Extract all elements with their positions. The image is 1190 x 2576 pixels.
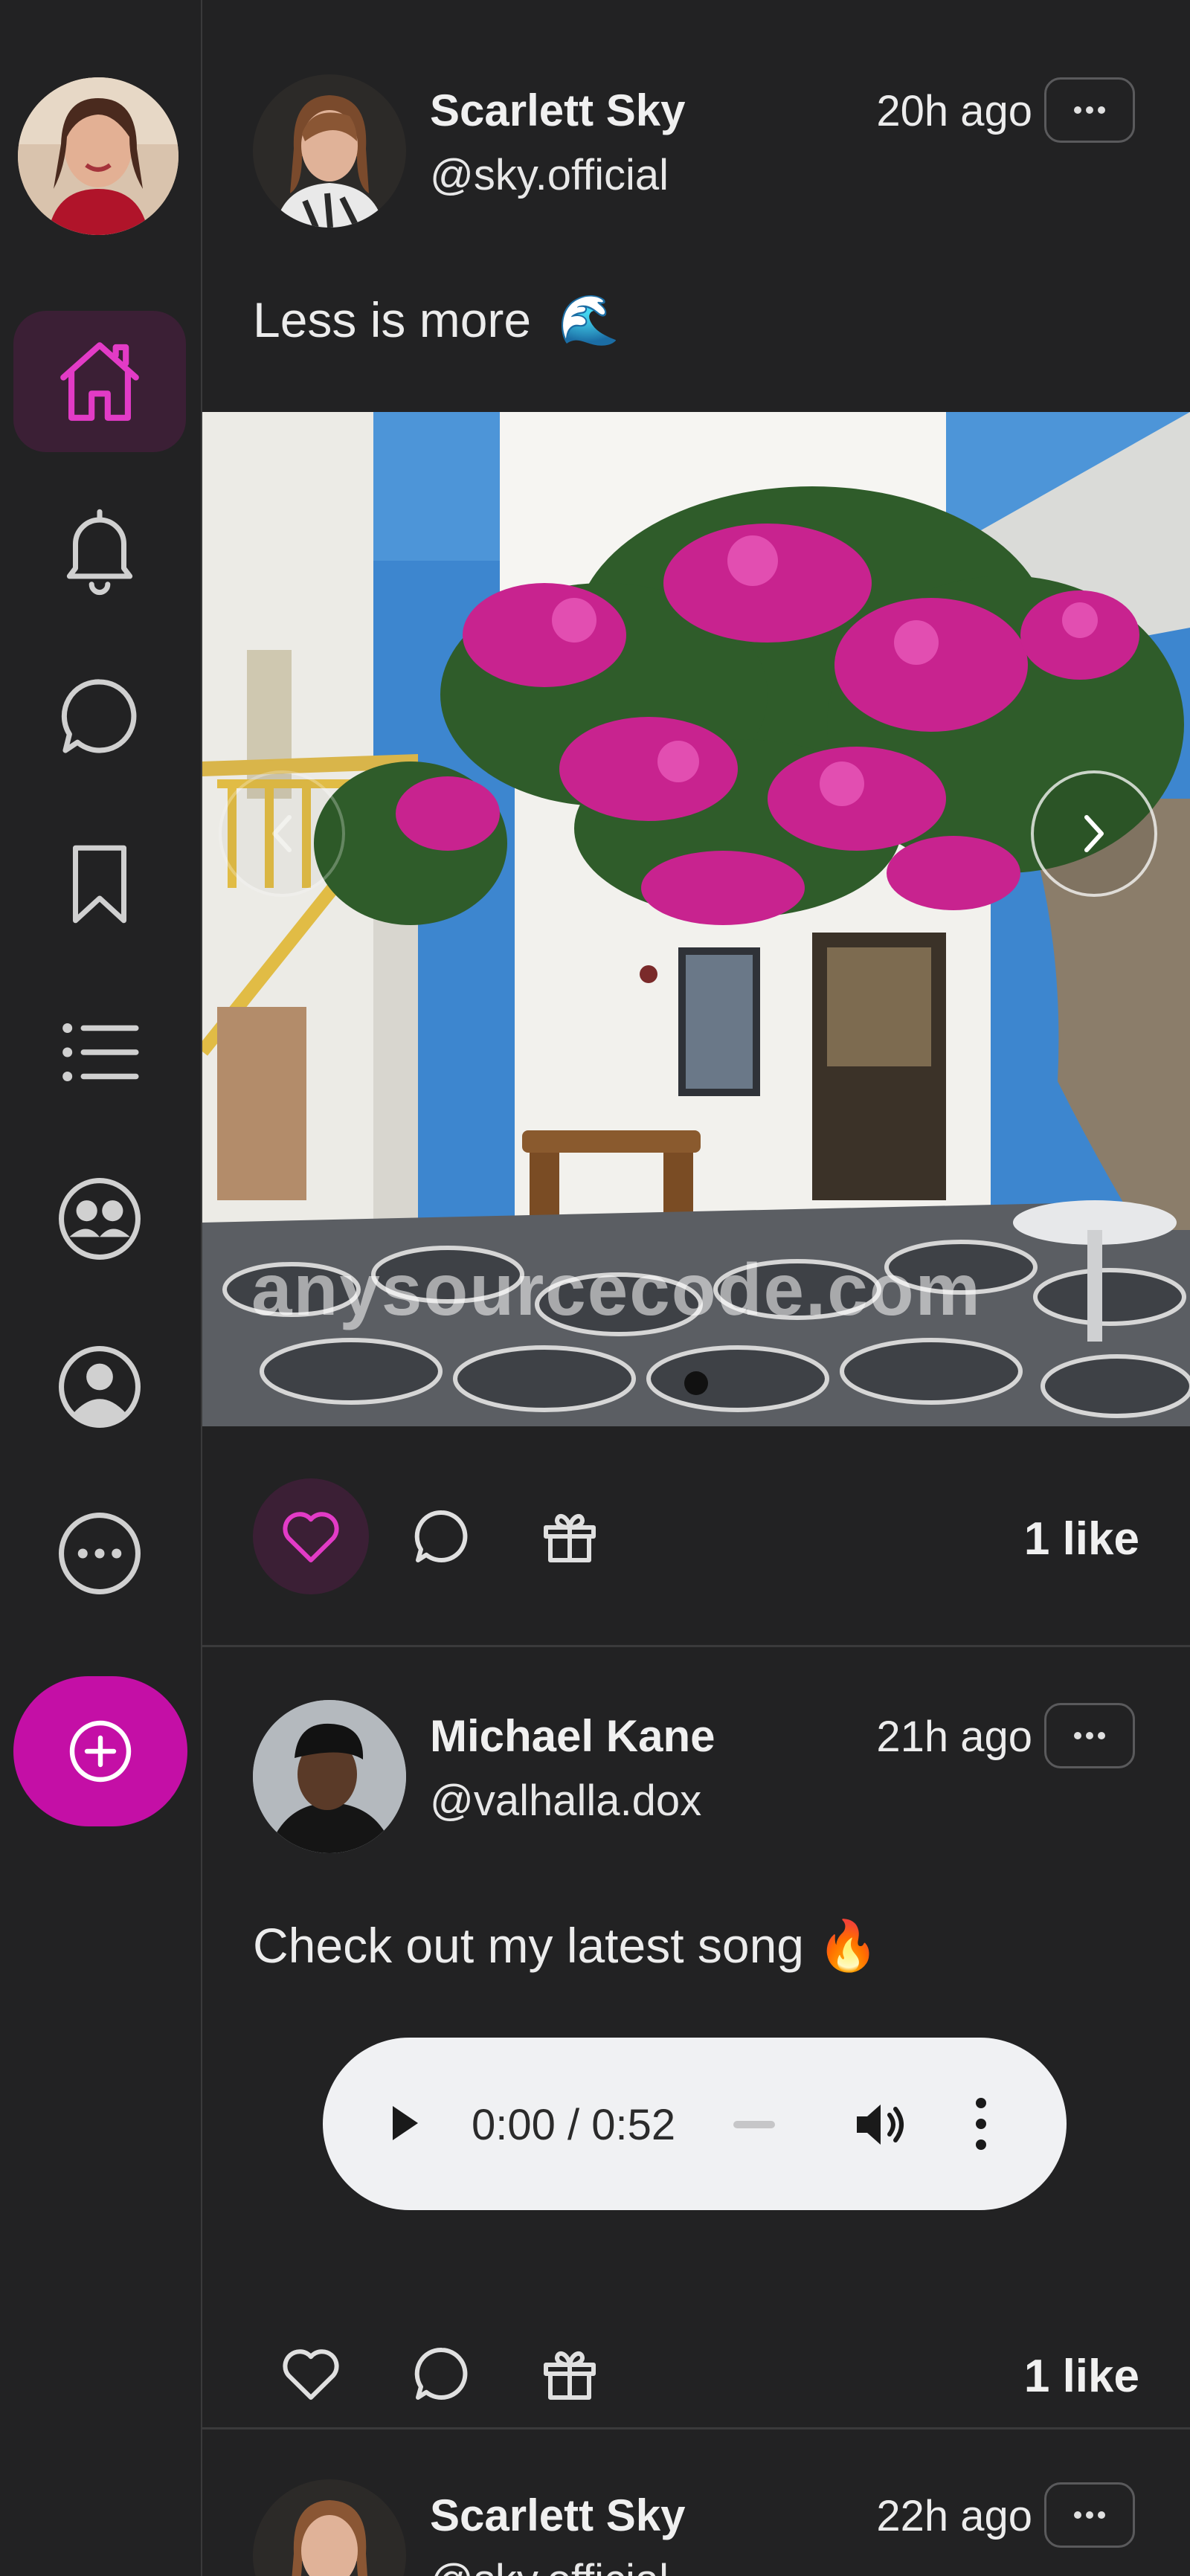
post-timestamp: 22h ago — [876, 2492, 1032, 2540]
comment-icon — [414, 1510, 468, 1562]
nav-notifications[interactable] — [13, 477, 186, 619]
ellipsis-icon — [1074, 2511, 1105, 2519]
post-options-button[interactable] — [1044, 1703, 1135, 1768]
post: Scarlett Sky @sky.official 22h ago — [202, 2430, 1190, 2576]
post-text: Check out my latest song 🔥 — [253, 1917, 879, 1975]
gift-icon — [544, 1513, 596, 1562]
heart-icon — [283, 2349, 339, 2400]
post-author-name[interactable]: Michael Kane — [430, 1710, 715, 1762]
nav-profile[interactable] — [13, 1316, 186, 1458]
user-circle-icon — [59, 1346, 141, 1428]
post-author-name[interactable]: Scarlett Sky — [430, 2490, 686, 2541]
play-icon[interactable] — [382, 2097, 427, 2149]
post-author-handle[interactable]: @sky.official — [430, 150, 669, 200]
nav-communities[interactable] — [13, 1148, 186, 1289]
comment-icon — [414, 2347, 468, 2400]
plus-circle-icon — [69, 1720, 132, 1783]
current-user-avatar[interactable] — [18, 77, 178, 235]
post-text: Less is more 🌊 — [253, 292, 620, 350]
volume-icon[interactable] — [851, 2099, 918, 2151]
post-actions: 1 like — [202, 1478, 1190, 1597]
audio-progress-bar[interactable] — [733, 2121, 775, 2128]
list-icon — [62, 1023, 139, 1081]
carousel-prev-button[interactable] — [219, 770, 345, 897]
post-author-avatar[interactable] — [253, 74, 406, 228]
audio-player: 0:00 / 0:52 — [323, 2038, 1067, 2210]
post-divider — [202, 2427, 1190, 2430]
wave-emoji: 🌊 — [558, 292, 620, 349]
nav-bookmarks[interactable] — [13, 814, 186, 955]
bookmark-icon — [72, 845, 127, 924]
like-count[interactable]: 1 like — [1024, 2350, 1139, 2403]
feed: Scarlett Sky @sky.official 20h ago Less … — [202, 0, 1190, 2576]
sidebar — [0, 0, 202, 2576]
chevron-right-icon — [1084, 815, 1104, 852]
like-button[interactable] — [253, 1478, 369, 1594]
like-count[interactable]: 1 like — [1024, 1513, 1139, 1565]
gift-button[interactable] — [512, 2316, 628, 2432]
post-author-avatar[interactable] — [253, 2479, 406, 2576]
more-circle-icon — [59, 1513, 141, 1594]
community-icon — [59, 1178, 141, 1260]
like-button[interactable] — [253, 2316, 369, 2432]
carousel-next-button[interactable] — [1031, 770, 1157, 897]
comment-button[interactable] — [384, 1478, 500, 1594]
nav-more[interactable] — [13, 1483, 186, 1624]
image-watermark: anysourcecode.com — [251, 1249, 982, 1330]
ellipsis-icon — [1074, 1732, 1105, 1739]
post-timestamp: 20h ago — [876, 87, 1032, 135]
chat-bubble-icon — [61, 679, 137, 753]
carousel-indicator-dot[interactable] — [684, 1371, 708, 1395]
post-divider — [202, 1645, 1190, 1647]
home-icon — [60, 342, 139, 421]
post-timestamp: 21h ago — [876, 1713, 1032, 1761]
audio-options-icon[interactable] — [970, 2094, 992, 2154]
audio-time: 0:00 / 0:52 — [472, 2101, 676, 2149]
post-image-carousel[interactable]: anysourcecode.com — [202, 412, 1190, 1426]
post-author-name[interactable]: Scarlett Sky — [430, 85, 686, 136]
gift-button[interactable] — [512, 1478, 628, 1594]
ellipsis-icon — [1074, 106, 1105, 114]
post-author-avatar[interactable] — [253, 1700, 406, 1853]
chevron-left-icon — [272, 815, 292, 852]
post-author-handle[interactable]: @sky.official — [430, 2555, 669, 2576]
heart-icon — [283, 1512, 339, 1562]
nav-lists[interactable] — [13, 982, 186, 1123]
post-options-button[interactable] — [1044, 77, 1135, 143]
post-text-body: Less is more — [253, 292, 532, 347]
post-author-handle[interactable]: @valhalla.dox — [430, 1776, 701, 1826]
create-post-button[interactable] — [13, 1676, 187, 1826]
comment-button[interactable] — [384, 2316, 500, 2432]
nav-messages[interactable] — [13, 645, 186, 787]
gift-icon — [544, 2351, 596, 2400]
post-options-button[interactable] — [1044, 2482, 1135, 2548]
fire-emoji: 🔥 — [817, 1917, 879, 1974]
post: Scarlett Sky @sky.official 20h ago Less … — [202, 0, 1190, 1648]
post-text-body: Check out my latest song — [253, 1918, 805, 1973]
nav-home[interactable] — [13, 311, 186, 452]
bell-icon — [66, 509, 133, 596]
post-actions: 1 like — [202, 2316, 1190, 2435]
